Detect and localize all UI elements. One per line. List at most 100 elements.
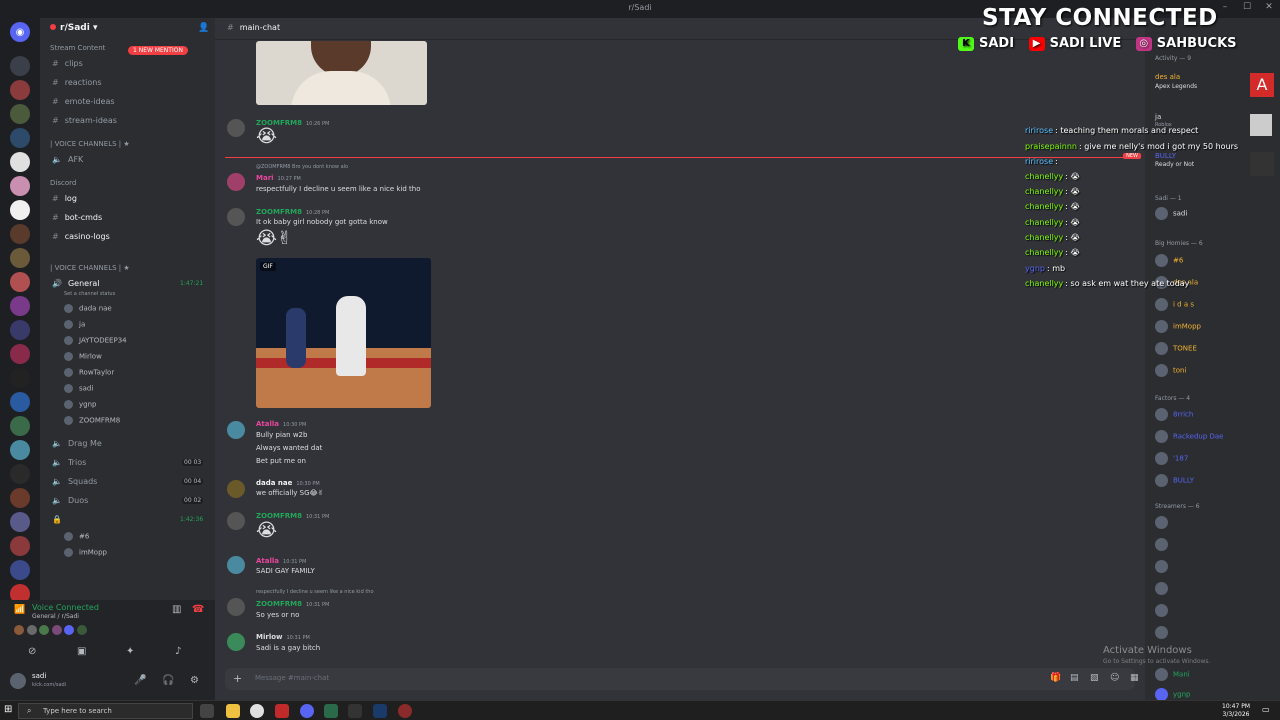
avatar[interactable] (227, 633, 245, 651)
server-icon[interactable] (10, 560, 30, 580)
message-input[interactable]: Message #main-chat (255, 674, 329, 682)
message-author[interactable]: ZOOMFRM8 10:31 PM (256, 600, 329, 608)
task-view-icon[interactable] (200, 704, 214, 718)
apps-icon[interactable]: ▦ (1130, 673, 1139, 683)
voice-channel-drag-me[interactable]: 🔈 Drag Me (52, 439, 102, 448)
server-icon[interactable] (10, 200, 30, 220)
voice-channel-afk[interactable]: 🔈 AFK (52, 155, 83, 164)
member-item[interactable]: sadi (1155, 207, 1187, 220)
voice-user[interactable]: #6 (64, 532, 89, 541)
voice-user[interactable]: imMopp (64, 548, 107, 557)
avatar[interactable] (227, 556, 245, 574)
avatar[interactable] (227, 208, 245, 226)
message-author[interactable]: ZOOMFRM8 10:31 PM (256, 512, 329, 520)
message-author[interactable]: Atalla 10:30 PM (256, 420, 306, 428)
server-icon[interactable] (10, 344, 30, 364)
avatar[interactable] (227, 173, 245, 191)
server-icon[interactable] (10, 128, 30, 148)
notification-icon[interactable]: ▭ (1262, 705, 1270, 714)
microphone-icon[interactable]: 🎤 (134, 675, 146, 686)
server-icon[interactable] (10, 80, 30, 100)
reply-preview[interactable]: @ZOOMFRM8 Bro you dont know alo (256, 164, 348, 170)
server-icon[interactable] (10, 152, 30, 172)
voice-channel-squads[interactable]: 🔈 Squads (52, 477, 97, 486)
taskbar-search[interactable]: ⌕ Type here to search (18, 703, 193, 719)
discord-home-icon[interactable]: ◉ (10, 22, 30, 42)
app-icon[interactable] (348, 704, 362, 718)
member-item[interactable]: des ala (1155, 73, 1180, 81)
camera-off-icon[interactable]: ⊘ (28, 646, 36, 657)
minimize-button[interactable]: – (1218, 2, 1232, 14)
obs-icon[interactable] (398, 704, 412, 718)
voice-channel-general[interactable]: 🔊 General (52, 279, 100, 288)
activities-icon[interactable]: ✦ (126, 646, 134, 657)
server-icon[interactable] (10, 368, 30, 388)
gif-icon[interactable]: ▤ (1070, 673, 1079, 683)
emoji-icon[interactable]: ☺ (1110, 673, 1119, 683)
image-attachment[interactable] (256, 41, 427, 105)
headphones-icon[interactable]: 🎧 (162, 675, 174, 686)
voice-channel-trios[interactable]: 🔈 Trios (52, 458, 86, 467)
member-item[interactable]: Mani (1155, 668, 1190, 681)
member-item[interactable] (1155, 538, 1173, 551)
member-item[interactable]: '187 (1155, 452, 1188, 465)
channel-bot-cmds[interactable]: # bot-cmds (52, 213, 102, 222)
server-icon[interactable] (10, 176, 30, 196)
server-icon[interactable] (10, 224, 30, 244)
server-icon[interactable] (10, 536, 30, 556)
member-item[interactable]: i d a s (1155, 298, 1194, 311)
sticker-icon[interactable]: ▧ (1090, 673, 1099, 683)
server-icon[interactable] (10, 248, 30, 268)
avatar[interactable] (227, 119, 245, 137)
message-author[interactable]: Mirlow 10:31 PM (256, 633, 310, 641)
server-icon[interactable] (10, 320, 30, 340)
message-composer[interactable]: + Message #main-chat 🎁 ▤ ▧ ☺ ▦ (225, 668, 1139, 690)
channel-casino-logs[interactable]: # casino-logs (52, 232, 110, 241)
voice-channel-locked[interactable]: 🔒 (52, 515, 68, 524)
file-explorer-icon[interactable] (226, 704, 240, 718)
channel-reactions[interactable]: # reactions (52, 78, 102, 87)
close-button[interactable]: ✕ (1262, 2, 1276, 14)
server-icon[interactable] (10, 488, 30, 508)
discord-icon[interactable] (300, 704, 314, 718)
member-item[interactable]: BULLY (1155, 152, 1176, 160)
voice-user[interactable]: ygnp (64, 400, 96, 409)
channel-stream-ideas[interactable]: # stream-ideas (52, 116, 117, 125)
server-icon[interactable] (10, 392, 30, 412)
server-icon[interactable] (10, 296, 30, 316)
member-item[interactable]: #6 (1155, 254, 1183, 267)
category-voice-1[interactable]: | VOICE CHANNELS | ★ (50, 140, 130, 148)
server-name-header[interactable]: r/Sadi ▾ (50, 23, 97, 33)
message-author[interactable]: dada nae 10:30 PM (256, 479, 320, 487)
message-author[interactable]: ZOOMFRM8 10:28 PM (256, 208, 329, 216)
app-icon[interactable] (324, 704, 338, 718)
member-item[interactable]: toni (1155, 364, 1186, 377)
server-icon[interactable] (10, 440, 30, 460)
taskbar-clock[interactable]: 10:47 PM 3/3/2026 (1222, 703, 1250, 719)
channel-log[interactable]: # log (52, 194, 77, 203)
category-discord[interactable]: Discord (50, 179, 76, 187)
avatar[interactable] (227, 480, 245, 498)
server-icon[interactable] (10, 512, 30, 532)
member-item[interactable] (1155, 626, 1173, 639)
disconnect-icon[interactable]: ☎ (192, 604, 204, 615)
maximize-button[interactable]: ☐ (1240, 2, 1254, 14)
add-user-icon[interactable]: 👤 (198, 23, 209, 33)
voice-user[interactable]: sadi (64, 384, 93, 393)
channel-clips[interactable]: # clips (52, 59, 83, 68)
settings-gear-icon[interactable]: ⚙ (190, 675, 199, 686)
server-icon[interactable] (10, 416, 30, 436)
avatar[interactable] (227, 512, 245, 530)
member-item[interactable] (1155, 582, 1173, 595)
soundboard-icon[interactable]: ♪ (175, 646, 181, 657)
member-item[interactable]: imMopp (1155, 320, 1201, 333)
member-item[interactable] (1155, 560, 1173, 573)
voice-user[interactable]: ja (64, 320, 85, 329)
windows-start-icon[interactable]: ⊞ (4, 704, 12, 715)
member-item[interactable]: TONEE (1155, 342, 1197, 355)
add-attachment-icon[interactable]: + (233, 672, 242, 685)
channel-status[interactable]: Set a channel status (64, 291, 115, 297)
voice-user[interactable]: RowTaylor (64, 368, 114, 377)
server-icon[interactable] (10, 272, 30, 292)
voice-connected-sub[interactable]: General / r/Sadi (32, 613, 79, 620)
